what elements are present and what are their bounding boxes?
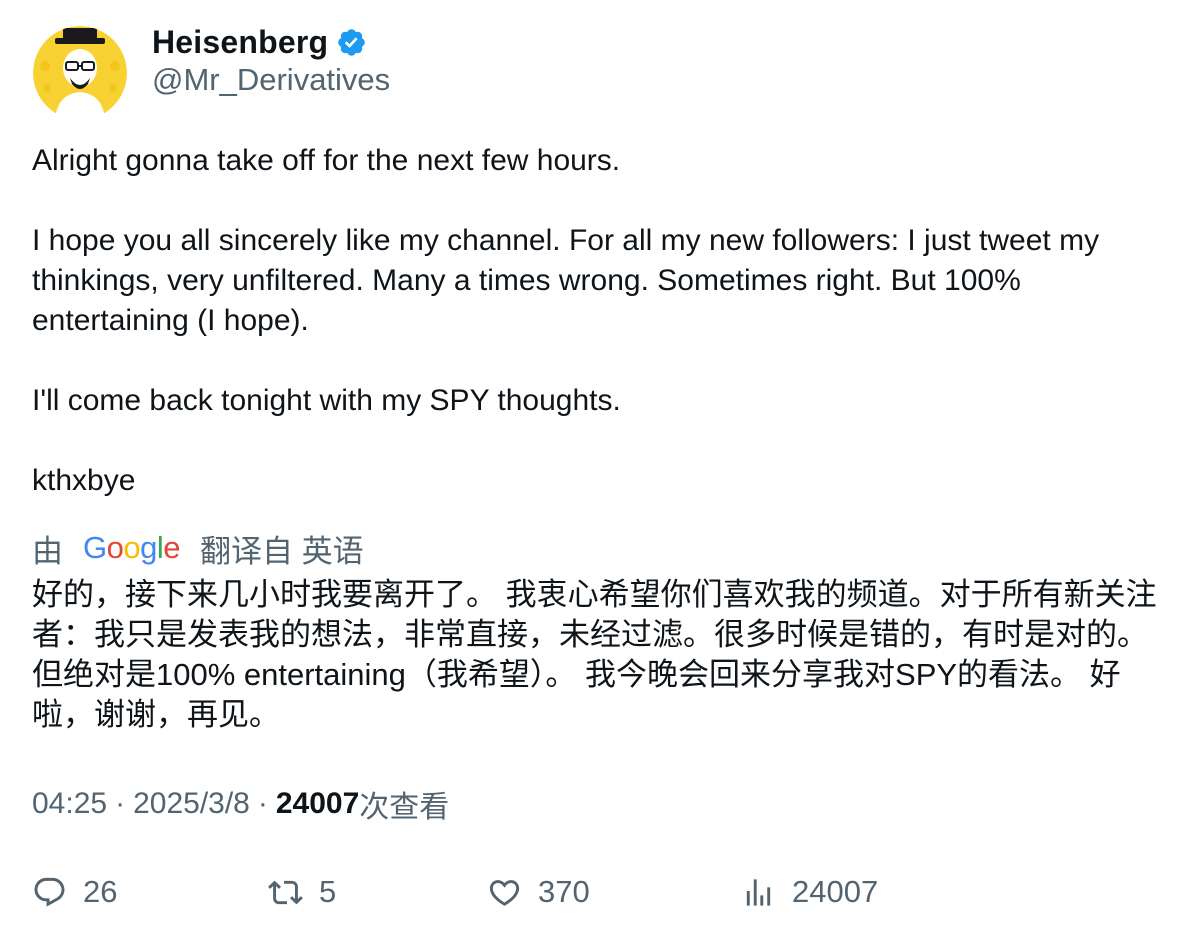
meta-separator: · [115,787,126,820]
tweet-paragraph: I hope you all sincerely like my channel… [32,224,1100,337]
verified-badge-icon[interactable] [336,27,367,58]
like-icon [489,879,520,906]
tweet-paragraph: kthxbye [32,464,136,497]
heisenberg-avatar-icon [33,26,127,120]
tweet-text: Alright gonna take off for the next few … [32,141,1172,501]
repost-count: 5 [319,874,337,909]
handle[interactable]: @Mr_Derivatives [152,62,390,98]
reply-icon [34,877,65,907]
repost-icon [268,880,303,904]
translation-prefix: 由 [32,533,63,569]
tweet-meta: 04:25 · 2025/3/8 · 24007 次查看 [32,784,449,824]
display-name[interactable]: Heisenberg [152,24,328,61]
meta-separator: · [257,787,268,820]
tweet-time[interactable]: 04:25 [32,787,107,821]
reply-button[interactable]: 26 [32,868,117,916]
views-label: 次查看 [359,791,450,824]
tweet-paragraph: I'll come back tonight with my SPY thoug… [32,384,621,417]
views-count-action: 24007 [792,874,879,909]
like-button[interactable]: 370 [487,868,590,916]
tweet-paragraph: Alright gonna take off for the next few … [32,144,621,177]
like-count: 370 [538,874,590,909]
reply-count: 26 [83,874,118,909]
action-bar: 26 5 370 24007 [32,868,1172,916]
tweet-date[interactable]: 2025/3/8 [133,787,250,821]
views-icon [746,878,771,906]
translation-attribution: 由 Google 翻译自 英语 [32,526,364,570]
avatar[interactable] [33,26,127,120]
views-count: 24007 [275,787,360,820]
google-logo[interactable]: Google [83,530,181,566]
display-name-row: Heisenberg [152,22,367,62]
repost-button[interactable]: 5 [268,868,336,916]
views-button[interactable]: 24007 [741,868,878,916]
translation-suffix: 翻译自 英语 [200,533,364,569]
translated-text: 好的，接下来几小时我要离开了。 我衷心希望你们喜欢我的频道。对于所有新关注者：我… [32,577,1157,732]
